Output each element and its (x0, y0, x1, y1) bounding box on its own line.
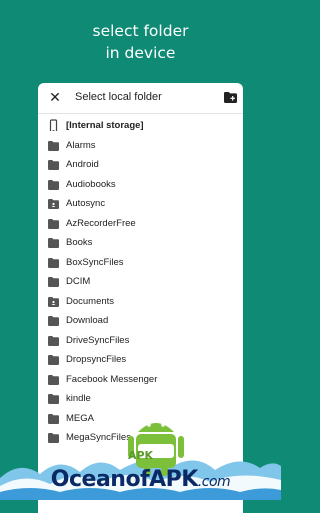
list-item-folder[interactable]: kindle (38, 390, 243, 410)
headline-line-1: select folder (92, 22, 189, 40)
folder-icon (48, 238, 59, 248)
list-item-label: Facebook Messenger (66, 373, 158, 385)
list-item-folder[interactable]: DriveSyncFiles (38, 332, 243, 352)
list-item-label: kindle (66, 393, 91, 404)
folder-icon (48, 277, 59, 287)
list-item-label: Download (66, 315, 109, 326)
list-item-label: Autosync (66, 198, 106, 209)
folder-icon (48, 257, 59, 268)
folder-list: [Internal storage] Alarms Android Audioboo… (38, 117, 243, 449)
headline-line-2: in device (105, 44, 176, 62)
folder-icon (48, 140, 59, 151)
headline: select folder in device (0, 20, 281, 64)
list-item-folder[interactable]: Books (38, 234, 243, 254)
list-item-label: BoxSyncFiles (66, 256, 124, 268)
list-item-folder[interactable]: Audiobooks (38, 176, 243, 196)
close-icon[interactable]: ✕ (48, 90, 62, 104)
list-item-label: AzRecorderFree (66, 217, 136, 229)
folder-icon (48, 374, 59, 385)
list-item-internal-storage[interactable]: [Internal storage] (38, 117, 243, 137)
list-item-folder[interactable]: DCIM (38, 273, 243, 293)
watermark-main: OceanofAPK (50, 467, 199, 492)
list-item-label: Android (66, 159, 99, 170)
list-item-label: Documents (66, 295, 115, 307)
list-item-folder[interactable]: AzRecorderFree (38, 215, 243, 235)
watermark-suffix: .com (197, 474, 231, 490)
list-item-folder[interactable]: Facebook Messenger (38, 371, 243, 391)
list-item-folder[interactable]: Android (38, 156, 243, 176)
dialog-title: Select local folder (75, 91, 162, 103)
watermark-text: OceanofAPK.com (0, 467, 281, 492)
list-item-label: DCIM (66, 276, 91, 287)
folder-icon (48, 316, 59, 326)
folder-icon (48, 160, 59, 170)
folder-icon (48, 394, 59, 404)
list-item-label: Audiobooks (66, 178, 116, 190)
shared-folder-icon (48, 199, 59, 209)
list-item-label: Books (66, 237, 93, 248)
list-item-label: DriveSyncFiles (66, 334, 130, 346)
list-item-folder[interactable]: BoxSyncFiles (38, 254, 243, 274)
folder-icon (48, 335, 59, 346)
phone-icon (49, 119, 58, 131)
list-item-folder[interactable]: Alarms (38, 137, 243, 157)
dialog-toolbar: ✕ Select local folder (38, 83, 243, 114)
folder-icon (48, 179, 59, 190)
list-item-folder[interactable]: Download (38, 312, 243, 332)
folder-icon (48, 218, 59, 229)
apk-badge: APK (127, 449, 154, 462)
list-item-label: DropsyncFiles (66, 354, 127, 365)
watermark: APK OceanofAPK.com (0, 408, 281, 500)
list-item-label: [Internal storage] (66, 120, 144, 131)
list-item-folder[interactable]: Autosync (38, 195, 243, 215)
shared-folder-icon (48, 296, 59, 307)
list-item-folder[interactable]: Documents (38, 293, 243, 313)
create-new-folder-icon[interactable] (224, 92, 237, 103)
list-item-folder[interactable]: DropsyncFiles (38, 351, 243, 371)
list-item-label: Alarms (66, 139, 96, 151)
folder-icon (48, 355, 59, 365)
